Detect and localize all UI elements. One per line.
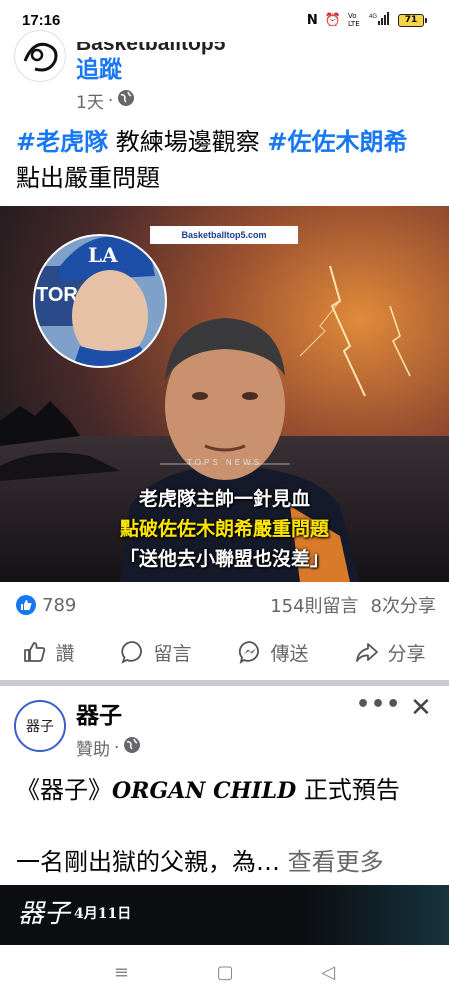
ad-title-english: ORGAN CHILD — [112, 778, 297, 804]
hashtag-link[interactable]: #佐佐木朗希 — [267, 128, 407, 156]
close-icon[interactable]: ✕ — [410, 693, 432, 723]
battery-icon: 71 — [398, 13, 427, 27]
image-watermark: Basketballtop5.com — [150, 226, 298, 244]
image-caption-line1: 老虎隊主帥一針見血 — [138, 488, 310, 510]
post-time[interactable]: 1天 — [76, 88, 104, 113]
like-label: 讚 — [55, 642, 75, 665]
svg-text:4G: 4G — [369, 14, 377, 20]
ad-title: 《器子》ORGAN CHILD 正式預告 — [16, 770, 436, 805]
thumbs-up-icon — [23, 640, 47, 664]
comments-count[interactable]: 154則留言 — [270, 592, 358, 618]
post-text: #老虎隊 教練場邊觀察 #佐佐木朗希 點出嚴重問題 — [16, 124, 436, 196]
globe-icon — [117, 89, 135, 112]
like-button[interactable]: 讚 — [23, 639, 75, 666]
messenger-icon — [238, 640, 262, 664]
back-icon[interactable]: ◁ — [321, 962, 335, 983]
comment-icon — [121, 640, 145, 664]
post-actions: 讚 留言 傳送 分享 — [0, 628, 449, 676]
status-icons: N ⏰ Vo LTE 4G 71 — [307, 12, 427, 28]
menu-icon[interactable]: ≡ — [114, 962, 129, 983]
image-caption-line2: 點破佐佐木朗希嚴重問題 — [119, 518, 329, 540]
post-meta: 1天 · — [76, 88, 135, 113]
hashtag-link[interactable]: #老虎隊 — [16, 128, 108, 156]
video-logo: 器子 — [18, 899, 71, 929]
volte-icon: Vo LTE — [348, 12, 360, 28]
more-options-icon[interactable]: ••• — [356, 692, 401, 717]
share-label: 分享 — [387, 642, 426, 665]
post-header: Basketballtop5 追蹤 1天 · — [0, 28, 449, 120]
status-time: 17:16 — [22, 11, 61, 29]
see-more-link[interactable]: 查看更多 — [288, 848, 384, 876]
like-reaction-icon — [16, 595, 36, 615]
page-avatar[interactable] — [14, 30, 66, 82]
shares-count[interactable]: 8次分享 — [371, 592, 436, 618]
signal-icon: 4G — [369, 12, 391, 28]
system-nav-bar: ≡ ▢ ◁ — [0, 945, 449, 1000]
ad-title-prefix: 《器子》 — [16, 776, 112, 804]
post-text-segment: 教練場邊觀察 — [108, 128, 268, 156]
sponsored-label[interactable]: 贊助 — [76, 735, 110, 760]
reactions-summary: 789 154則留言 8次分享 — [16, 590, 436, 620]
ad-body-text: 一名剛出獄的父親，為… — [16, 848, 288, 876]
svg-text:TOR: TOR — [36, 284, 78, 306]
post-text-segment: 點出嚴重問題 — [16, 164, 160, 192]
ad-body: 一名剛出獄的父親，為… 查看更多 — [16, 842, 436, 877]
home-icon[interactable]: ▢ — [217, 962, 234, 983]
share-icon — [355, 640, 379, 664]
svg-text:LA: LA — [88, 243, 118, 267]
video-date: 4月11日 — [74, 906, 132, 922]
globe-icon — [123, 736, 141, 759]
send-label: 傳送 — [270, 642, 309, 665]
nfc-icon: N — [306, 12, 318, 28]
image-news-tag: TOPS NEWS — [187, 458, 262, 467]
comment-button[interactable]: 留言 — [121, 639, 192, 666]
reactions-count[interactable]: 789 — [42, 595, 76, 616]
sponsor-name[interactable]: 器子 — [76, 696, 122, 730]
image-caption-line3: 「送他去小聯盟也沒差」 — [119, 548, 329, 570]
post-divider — [0, 680, 449, 686]
follow-button[interactable]: 追蹤 — [76, 50, 122, 84]
sponsor-avatar[interactable]: 器子 — [14, 700, 66, 752]
comment-label: 留言 — [153, 642, 192, 665]
send-button[interactable]: 傳送 — [238, 639, 309, 666]
sponsor-meta: 贊助 · — [76, 735, 141, 760]
ad-video-preview[interactable]: 器子 4月11日 — [0, 885, 449, 945]
ad-title-suffix: 正式預告 — [296, 776, 400, 804]
post-image[interactable]: TOR LA Basketballtop5.com TOPS NEWS 老虎隊主… — [0, 206, 449, 582]
battery-level: 71 — [398, 13, 424, 27]
share-button[interactable]: 分享 — [355, 639, 426, 666]
alarm-icon: ⏰ — [324, 12, 341, 28]
